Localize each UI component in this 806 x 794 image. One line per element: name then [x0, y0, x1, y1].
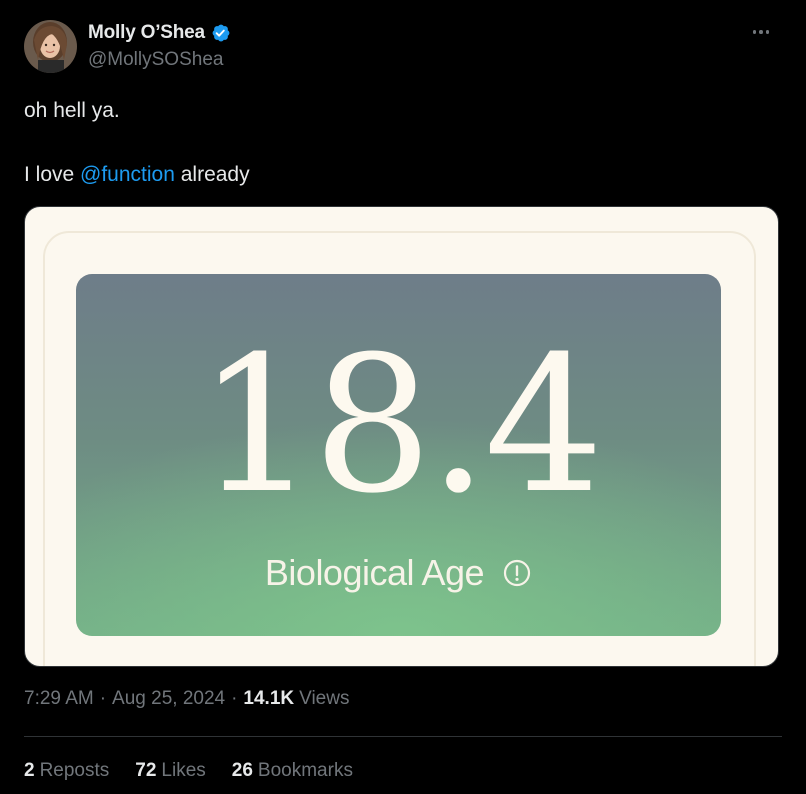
divider [24, 736, 782, 737]
display-name[interactable]: Molly O’Shea [88, 22, 205, 44]
info-circle-icon[interactable] [502, 558, 532, 588]
mention-link[interactable]: @function [80, 163, 175, 186]
age-label-row: Biological Age [76, 552, 721, 594]
biological-age-value: 18.4 [197, 316, 604, 535]
likes-label: Likes [161, 760, 206, 781]
bookmarks-label: Bookmarks [257, 760, 353, 781]
tweet-header: Molly O’Shea @MollySOShea [24, 20, 782, 76]
tweet-meta: 7:29 AM · Aug 25, 2024 · 14.1K Views [24, 688, 349, 710]
tweet-line-2-suffix: already [174, 163, 250, 186]
reposts-label: Reposts [39, 760, 110, 781]
meta-separator: · [231, 688, 238, 709]
biological-age-card: 18.4 Biological Age [76, 274, 721, 636]
reposts-stat[interactable]: 2 Reposts [24, 760, 109, 782]
views-label: Views [299, 688, 350, 709]
tweet-line-2: I love @function already [24, 162, 782, 188]
tweet-time[interactable]: 7:29 AM [24, 688, 94, 710]
biological-age-label: Biological Age [264, 552, 485, 593]
tweet-stats: 2 Reposts 72 Likes 26 Bookmarks [24, 760, 353, 782]
views-count: 14.1K [243, 688, 295, 709]
avatar-image [24, 20, 77, 73]
tweet-media[interactable]: 18.4 Biological Age [24, 206, 779, 667]
tweet-text: oh hell ya. I love @function already [24, 98, 782, 188]
bookmarks-stat[interactable]: 26 Bookmarks [232, 760, 353, 782]
bookmarks-count: 26 [231, 760, 253, 781]
tweet-line-2-prefix: I love [24, 163, 81, 186]
avatar[interactable] [24, 20, 77, 73]
tweet-line-1: oh hell ya. [24, 99, 120, 122]
author-handle[interactable]: @MollySOShea [88, 49, 232, 71]
tweet-date[interactable]: Aug 25, 2024 [112, 688, 225, 710]
name-row: Molly O’Shea [88, 20, 232, 46]
reposts-count: 2 [24, 760, 35, 781]
likes-count: 72 [135, 760, 157, 781]
more-horizontal-icon[interactable] [746, 20, 776, 44]
author-names: Molly O’Shea @MollySOShea [88, 20, 232, 71]
likes-stat[interactable]: 72 Likes [135, 760, 206, 782]
meta-separator: · [99, 688, 107, 709]
verified-badge-icon[interactable] [210, 22, 232, 44]
